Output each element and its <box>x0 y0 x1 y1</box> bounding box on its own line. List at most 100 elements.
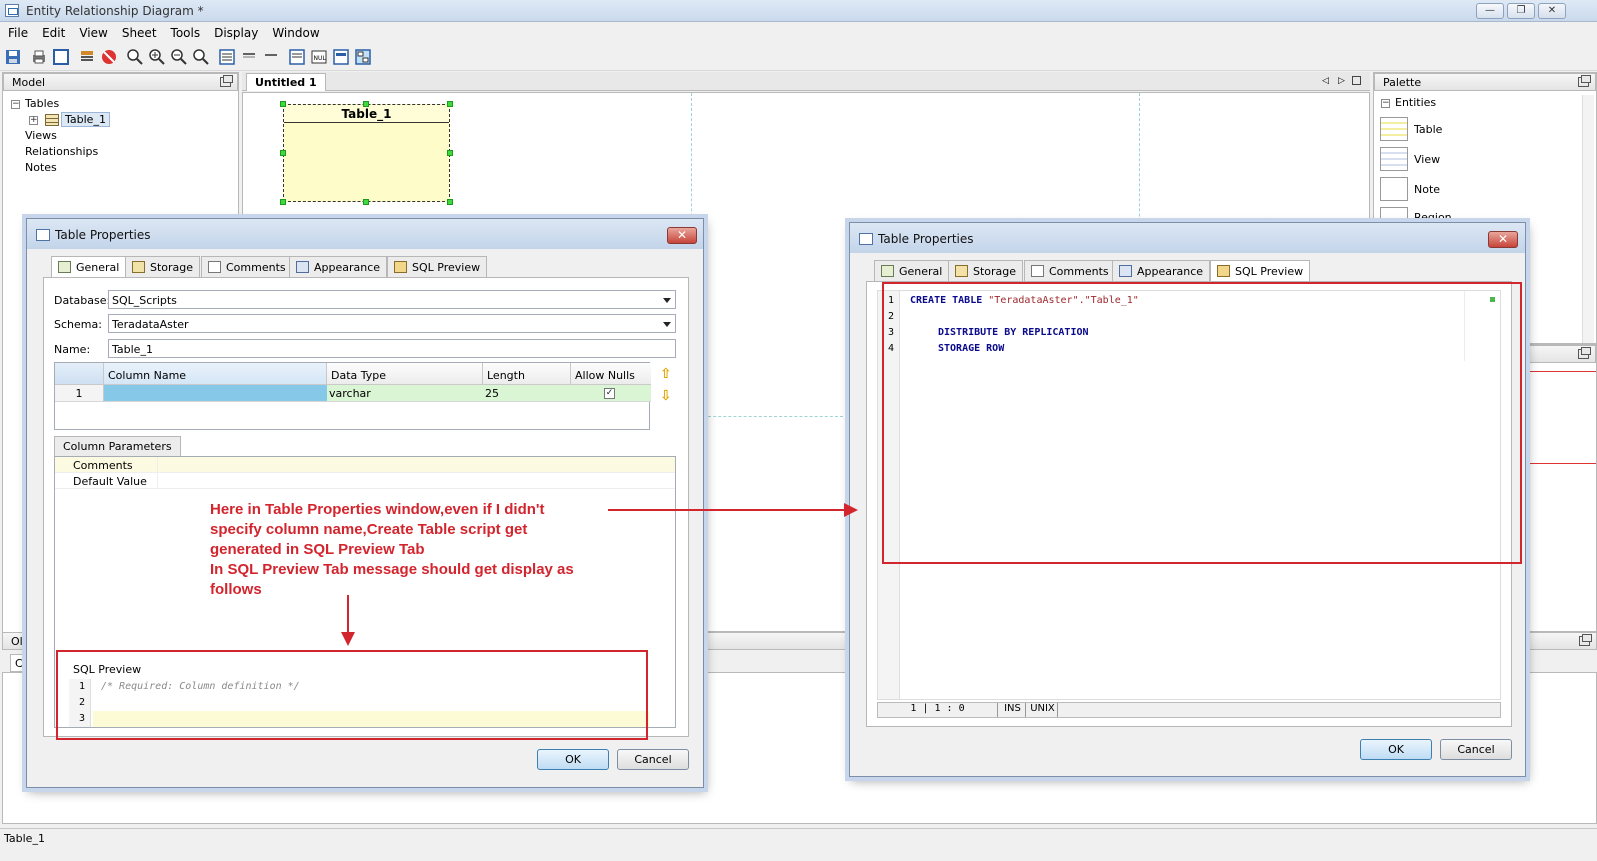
tree-item-views[interactable]: Views <box>25 129 57 142</box>
tab-untitled-1[interactable]: Untitled 1 <box>246 73 326 91</box>
tree-item-tables[interactable]: Tables <box>25 97 59 110</box>
tab-comments[interactable]: Comments <box>201 256 293 277</box>
column-header-datatype[interactable]: Data Type <box>327 363 483 385</box>
zoom-fit-icon[interactable] <box>192 48 210 66</box>
menu-view[interactable]: View <box>71 23 113 40</box>
tree-item-table-1[interactable]: Table_1 <box>61 112 110 127</box>
model-panel-title: Model <box>12 76 46 89</box>
tab-storage[interactable]: Storage <box>948 260 1024 281</box>
minimize-button[interactable]: — <box>1476 3 1504 19</box>
cell-data-type[interactable]: varchar <box>327 385 483 402</box>
menu-display[interactable]: Display <box>206 23 264 40</box>
storage-icon <box>132 261 145 273</box>
stop-icon[interactable] <box>100 48 118 66</box>
close-button[interactable]: ✕ <box>1538 3 1566 19</box>
save-icon[interactable] <box>4 48 22 66</box>
resize-handle[interactable] <box>363 199 369 205</box>
tab-nav-right-icon[interactable]: ▷ <box>1338 76 1345 86</box>
database-select[interactable]: SQL_Scripts <box>108 290 676 309</box>
schema-select[interactable]: TeradataAster <box>108 314 676 333</box>
tab-comments[interactable]: Comments <box>1024 260 1116 281</box>
tab-sql-preview[interactable]: SQL Preview <box>1210 260 1311 282</box>
palette-item-region[interactable]: Region <box>1380 207 1560 219</box>
resize-handle[interactable] <box>447 150 453 156</box>
bottom-tab-1[interactable]: Ol <box>11 635 23 648</box>
columns-icon[interactable] <box>240 48 258 66</box>
collapse-icon[interactable]: − <box>1381 99 1390 108</box>
datatype-icon[interactable] <box>332 48 350 66</box>
menu-window[interactable]: Window <box>264 23 325 40</box>
cancel-button[interactable]: Cancel <box>617 749 689 770</box>
tab-general[interactable]: General <box>51 256 127 278</box>
properties-icon[interactable] <box>78 48 96 66</box>
dialog-close-button[interactable]: ✕ <box>1488 231 1518 248</box>
tab-sql-preview[interactable]: SQL Preview <box>387 256 488 277</box>
zoom-in-icon[interactable] <box>148 48 166 66</box>
window-title: Entity Relationship Diagram * <box>26 4 204 18</box>
cell-column-name[interactable] <box>104 385 327 402</box>
palette-item-table[interactable]: Table <box>1380 117 1560 145</box>
menu-sheet[interactable]: Sheet <box>114 23 163 40</box>
move-up-icon[interactable]: ⇧ <box>660 366 672 382</box>
expand-icon[interactable]: + <box>29 116 38 125</box>
page-setup-icon[interactable] <box>52 48 70 66</box>
tab-appearance[interactable]: Appearance <box>1112 260 1211 281</box>
resize-handle[interactable] <box>447 199 453 205</box>
cancel-button[interactable]: Cancel <box>1440 739 1512 760</box>
tab-general[interactable]: General <box>874 260 950 281</box>
column-header-name[interactable]: Column Name <box>104 363 327 385</box>
restore-icon[interactable] <box>1578 75 1591 87</box>
tab-nav-left-icon[interactable]: ◁ <box>1322 76 1329 86</box>
collapse-icon[interactable]: − <box>11 100 20 109</box>
dialog-close-button[interactable]: ✕ <box>667 227 697 244</box>
restore-icon[interactable] <box>1579 634 1592 646</box>
column-header-allow-nulls[interactable]: Allow Nulls <box>571 363 651 385</box>
ok-button[interactable]: OK <box>1360 739 1432 760</box>
chevron-down-icon <box>663 298 671 303</box>
menu-edit[interactable]: Edit <box>34 23 71 40</box>
column-header-length[interactable]: Length <box>483 363 571 385</box>
keys-icon[interactable] <box>262 48 280 66</box>
null-icon[interactable]: NUL <box>310 48 328 66</box>
menu-tools[interactable]: Tools <box>163 23 207 40</box>
tab-appearance[interactable]: Appearance <box>289 256 388 277</box>
entity-table-1[interactable]: Table_1 <box>280 101 453 205</box>
tab-list-icon[interactable] <box>1352 76 1361 85</box>
resize-handle[interactable] <box>280 150 286 156</box>
print-icon[interactable] <box>30 48 48 66</box>
relationship-icon[interactable] <box>354 48 372 66</box>
param-row-default-value[interactable]: Default Value <box>55 473 675 489</box>
tab-storage[interactable]: Storage <box>125 256 201 277</box>
resize-handle[interactable] <box>363 101 369 107</box>
table-view-icon[interactable] <box>218 48 236 66</box>
name-label: Name: <box>54 343 91 356</box>
restore-icon[interactable] <box>1578 347 1591 359</box>
chevron-down-icon <box>663 322 671 327</box>
restore-icon[interactable] <box>220 75 233 87</box>
allow-nulls-checkbox[interactable]: ✓ <box>604 388 615 399</box>
tab-column-parameters[interactable]: Column Parameters <box>54 436 181 456</box>
table-icon <box>45 114 59 126</box>
layout-icon[interactable] <box>288 48 306 66</box>
ok-button[interactable]: OK <box>537 749 609 770</box>
resize-handle[interactable] <box>280 199 286 205</box>
tree-item-notes[interactable]: Notes <box>25 161 57 174</box>
palette-item-note[interactable]: Note <box>1380 177 1560 205</box>
dialog-title-bar: Table Properties ✕ <box>27 219 703 249</box>
cell-length[interactable]: 25 <box>483 385 571 402</box>
palette-scrollbar[interactable] <box>1582 95 1594 343</box>
zoom-icon[interactable] <box>126 48 144 66</box>
grid-corner <box>55 363 104 385</box>
menu-file[interactable]: File <box>0 23 34 40</box>
name-input[interactable]: Table_1 <box>108 339 676 358</box>
resize-handle[interactable] <box>280 101 286 107</box>
param-row-comments[interactable]: Comments <box>55 457 675 473</box>
palette-item-view[interactable]: View <box>1380 147 1560 175</box>
comments-icon <box>1031 265 1044 277</box>
move-down-icon[interactable]: ⇩ <box>660 388 672 404</box>
zoom-out-icon[interactable] <box>170 48 188 66</box>
tree-item-relationships[interactable]: Relationships <box>25 145 98 158</box>
resize-handle[interactable] <box>447 101 453 107</box>
cell-allow-nulls[interactable]: ✓ <box>571 385 651 402</box>
restore-button[interactable]: ❐ <box>1507 3 1535 19</box>
